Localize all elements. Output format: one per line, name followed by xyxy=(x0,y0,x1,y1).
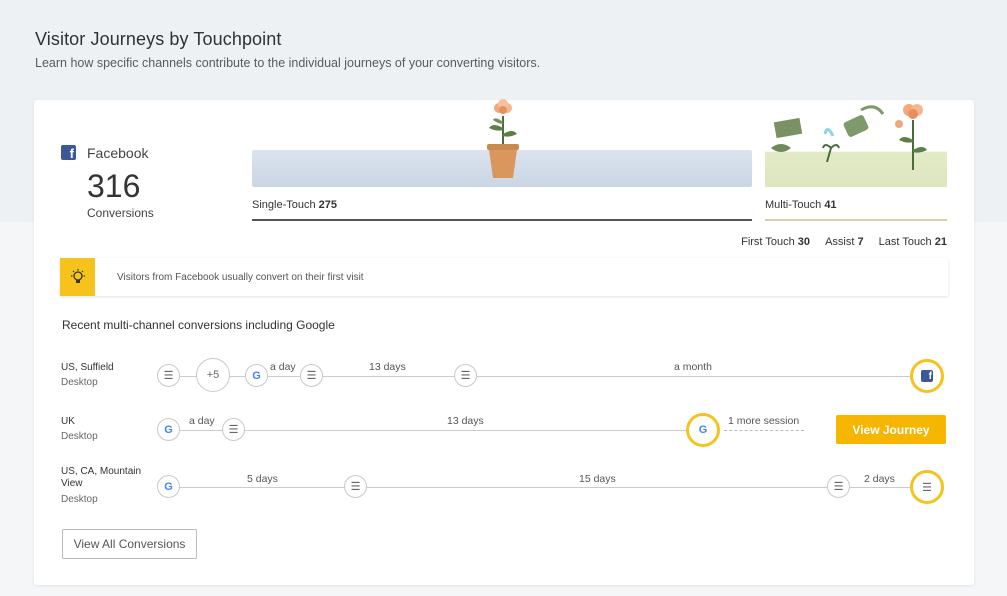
single-touch-label: Single-Touch 275 xyxy=(252,199,337,211)
facebook-conversion-node[interactable]: f xyxy=(910,359,944,393)
journey-track xyxy=(179,430,689,431)
gap-label: 13 days xyxy=(447,415,484,427)
more-sessions-label[interactable]: 1 more session xyxy=(728,415,799,427)
gap-label: 13 days xyxy=(369,361,406,373)
facebook-icon: f xyxy=(921,370,933,382)
journey-location: US, CA, Mountain View xyxy=(61,466,142,489)
journey-track xyxy=(179,376,929,377)
multi-touch-track xyxy=(765,219,947,221)
multi-touch-value: 41 xyxy=(824,199,837,211)
last-touch-value: 21 xyxy=(934,236,947,248)
session-node[interactable]: ☰ xyxy=(344,475,367,498)
multi-touch-label: Multi-Touch 41 xyxy=(765,199,837,211)
facebook-icon: f xyxy=(61,145,76,161)
single-touch-text: Single-Touch xyxy=(252,199,316,211)
first-touch-text: First Touch xyxy=(741,236,795,248)
single-touch-value: 275 xyxy=(318,199,338,211)
journey-device: Desktop xyxy=(61,431,98,442)
journey-row: US, CA, Mountain View Desktop xyxy=(61,466,153,505)
view-all-conversions-button[interactable]: View All Conversions xyxy=(62,529,197,559)
garden-illustration xyxy=(771,104,927,170)
session-node[interactable]: ☰ xyxy=(222,418,245,441)
google-conversion-node[interactable]: G xyxy=(686,413,720,447)
channel-name: Facebook xyxy=(87,145,149,161)
google-node[interactable]: G xyxy=(245,364,268,387)
google-icon: G xyxy=(164,423,173,436)
potted-plant-illustration xyxy=(487,99,519,178)
gap-label: 2 days xyxy=(864,473,895,485)
google-node[interactable]: G xyxy=(157,475,180,498)
journey-device: Desktop xyxy=(61,377,98,388)
journey-track xyxy=(179,487,929,488)
page-subtitle: Learn how specific channels contribute t… xyxy=(35,56,541,70)
last-touch-text: Last Touch xyxy=(878,236,932,248)
session-node[interactable]: ☰ xyxy=(827,475,850,498)
google-node[interactable]: G xyxy=(157,418,180,441)
gap-label: a day xyxy=(189,415,215,427)
journey-device: Desktop xyxy=(61,494,98,505)
conversion-count: 316 xyxy=(87,168,141,204)
journey-row: UK Desktop xyxy=(61,416,153,442)
gap-label: 15 days xyxy=(579,473,616,485)
multi-touch-text: Multi-Touch xyxy=(765,199,822,211)
first-touch-value: 30 xyxy=(797,236,811,248)
tip-text: Visitors from Facebook usually convert o… xyxy=(117,272,364,283)
google-icon: G xyxy=(698,424,708,436)
session-node[interactable]: ☰ xyxy=(454,364,477,387)
view-journey-button[interactable]: View Journey xyxy=(836,415,946,444)
touch-breakdown: First Touch 30 Assist 7 Last Touch 21 xyxy=(729,236,947,248)
gap-label: a day xyxy=(270,361,296,373)
journeys-card: f Facebook 316 Conversions Single-Touch … xyxy=(34,99,974,585)
single-touch-track xyxy=(252,219,752,221)
journey-location: US, Suffield xyxy=(61,362,114,373)
session-node[interactable]: ☰ xyxy=(157,364,180,387)
journey-location: UK xyxy=(61,416,75,427)
google-icon: G xyxy=(252,369,261,382)
assist-value: 7 xyxy=(857,236,864,248)
journey-track-dashed xyxy=(724,430,804,431)
assist-text: Assist xyxy=(825,236,855,248)
insight-tip: Visitors from Facebook usually convert o… xyxy=(60,258,948,296)
page-title: Visitor Journeys by Touchpoint xyxy=(35,29,282,49)
google-icon: G xyxy=(164,480,173,493)
lightbulb-icon xyxy=(60,258,95,296)
journey-row: US, Suffield Desktop xyxy=(61,362,153,388)
gap-label: a month xyxy=(674,361,712,373)
conversion-label: Conversions xyxy=(87,206,154,220)
section-title: Recent multi-channel conversions includi… xyxy=(62,318,335,332)
session-conversion-node[interactable]: ☰ xyxy=(910,470,944,504)
gap-label: 5 days xyxy=(247,473,278,485)
more-sessions-badge[interactable]: +5 xyxy=(196,358,230,392)
session-node[interactable]: ☰ xyxy=(300,364,323,387)
